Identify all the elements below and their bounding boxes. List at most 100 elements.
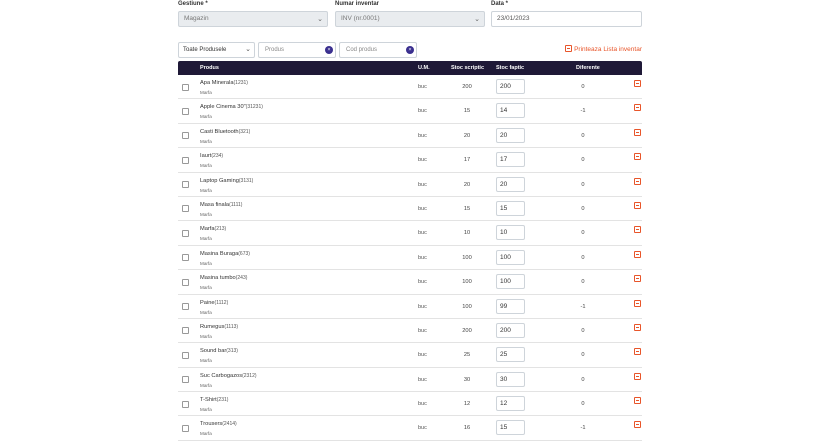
stock-faptic-input[interactable]: 15 xyxy=(496,420,525,436)
remove-row-icon[interactable] xyxy=(634,177,641,185)
product-category: Marfa xyxy=(200,114,212,120)
remove-row-icon[interactable] xyxy=(634,323,641,331)
product-code: (313) xyxy=(226,348,238,355)
row-checkbox[interactable] xyxy=(182,327,189,335)
date-input[interactable]: 23/01/2023 xyxy=(491,11,642,27)
clear-icon[interactable]: × xyxy=(406,46,414,54)
product-filter-input[interactable]: Produs × xyxy=(258,42,336,58)
table-row: Masa finala(1111) Marfa buc 15 15 0 xyxy=(178,197,642,222)
row-checkbox[interactable] xyxy=(182,351,189,359)
product-category: Marfa xyxy=(200,333,212,339)
stock-difference: 0 xyxy=(581,401,585,408)
stock-faptic-input[interactable]: 25 xyxy=(496,347,525,363)
stock-faptic-input[interactable]: 10 xyxy=(496,225,525,241)
category-filter-value: Toate Produsele xyxy=(183,47,227,53)
remove-row-icon[interactable] xyxy=(634,299,641,307)
product-um: buc xyxy=(418,376,427,383)
remove-row-icon[interactable] xyxy=(634,80,641,87)
header-scriptic: Stoc scriptic xyxy=(451,65,485,71)
product-name-text: Suc Carbogazos xyxy=(200,372,243,379)
remove-row-icon[interactable] xyxy=(634,372,641,380)
data-label: Data * xyxy=(491,1,509,7)
product-um: buc xyxy=(418,254,427,261)
row-checkbox[interactable] xyxy=(182,83,189,91)
row-checkbox[interactable] xyxy=(182,376,189,384)
table-row: Marfa(213) Marfa buc 10 10 0 xyxy=(178,221,642,246)
row-checkbox[interactable] xyxy=(182,107,189,115)
stock-faptic-input[interactable]: 17 xyxy=(496,152,525,168)
stock-faptic-input[interactable]: 15 xyxy=(496,200,525,216)
stock-faptic-input[interactable]: 100 xyxy=(496,274,525,290)
gestiune-group: Gestiune * Magazin ⌄ xyxy=(178,0,328,27)
header-diferente: Diferente xyxy=(576,65,600,71)
product-category: Marfa xyxy=(200,163,212,169)
category-filter-select[interactable]: Toate Produsele ⌄ xyxy=(178,42,255,58)
product-name-text: Masina tumbo xyxy=(200,275,236,282)
product-name-text: Masa finala xyxy=(200,201,230,208)
stock-faptic-input[interactable]: 200 xyxy=(496,79,525,94)
product-um: buc xyxy=(418,352,427,359)
product-category: Marfa xyxy=(200,90,212,95)
product-name: Sound bar(313) xyxy=(200,348,238,354)
product-um: buc xyxy=(418,157,427,164)
product-name-text: Masina Buraga xyxy=(200,250,239,257)
remove-row-icon[interactable] xyxy=(634,397,641,405)
table-row: T-Shirt(231) Marfa buc 12 12 0 xyxy=(178,392,642,417)
product-name-text: Iaurt xyxy=(200,153,212,160)
stock-faptic-input[interactable]: 20 xyxy=(496,176,525,192)
table-row: Suc Carbogazos(2312) Marfa buc 30 30 0 xyxy=(178,368,642,393)
row-checkbox[interactable] xyxy=(182,303,189,311)
header-product: Produs xyxy=(200,65,219,71)
remove-row-icon[interactable] xyxy=(634,201,641,209)
row-checkbox[interactable] xyxy=(182,181,189,189)
stock-faptic-input[interactable]: 200 xyxy=(496,322,525,338)
numar-label: Numar inventar xyxy=(335,1,380,7)
table-row: Sound bar(313) Marfa buc 25 25 0 xyxy=(178,343,642,368)
product-code: (213) xyxy=(214,226,227,233)
stock-faptic-input[interactable]: 14 xyxy=(496,103,525,119)
stock-scriptic: 12 xyxy=(463,401,471,408)
numar-group: Numar inventar INV (nr.0001) ⌄ xyxy=(335,0,485,27)
stock-faptic-input[interactable]: 20 xyxy=(496,127,525,143)
stock-faptic-input[interactable]: 99 xyxy=(496,298,525,314)
remove-row-icon[interactable] xyxy=(634,250,641,258)
remove-row-icon[interactable] xyxy=(634,226,641,234)
remove-row-icon[interactable] xyxy=(634,128,641,136)
gestiune-select[interactable]: Magazin ⌄ xyxy=(178,11,328,27)
product-category: Marfa xyxy=(200,358,212,364)
remove-row-icon[interactable] xyxy=(634,421,641,429)
code-filter-input[interactable]: Cod produs × xyxy=(339,42,417,58)
row-checkbox[interactable] xyxy=(182,205,189,213)
product-um: buc xyxy=(418,84,427,90)
product-name-text: Apa Minerala xyxy=(200,80,234,86)
remove-row-icon[interactable] xyxy=(634,348,641,356)
table-body: Apa Minerala(1231) Marfa buc 200 200 0 Apple C… xyxy=(178,75,642,441)
stock-faptic-input[interactable]: 12 xyxy=(496,396,525,412)
product-name: Marfa(213) xyxy=(200,226,226,232)
row-checkbox[interactable] xyxy=(182,254,189,262)
clear-icon[interactable]: × xyxy=(325,46,333,54)
product-code: (231) xyxy=(216,397,229,404)
product-name: Rumegus(1113) xyxy=(200,324,238,330)
numar-select[interactable]: INV (nr.0001) ⌄ xyxy=(335,11,485,27)
stock-faptic-input[interactable]: 100 xyxy=(496,249,525,265)
row-checkbox[interactable] xyxy=(182,278,189,286)
remove-row-icon[interactable] xyxy=(634,275,641,283)
stock-faptic-input[interactable]: 30 xyxy=(496,371,525,387)
row-checkbox[interactable] xyxy=(182,400,189,408)
print-inventory-link[interactable]: Printeaza Lista inventar xyxy=(565,45,642,55)
table-row: Apple Cinema 30"(31231) Marfa buc 15 14 -1 xyxy=(178,99,642,124)
stock-difference: -1 xyxy=(580,425,586,432)
row-checkbox[interactable] xyxy=(182,132,189,140)
product-name: T-Shirt(231) xyxy=(200,397,228,403)
stock-scriptic: 30 xyxy=(463,376,471,383)
product-category: Marfa xyxy=(200,309,212,315)
remove-row-icon[interactable] xyxy=(634,153,641,161)
gestiune-label: Gestiune * xyxy=(178,1,208,7)
product-name-text: Apple Cinema 30" xyxy=(200,104,246,111)
remove-row-icon[interactable] xyxy=(634,104,641,112)
row-checkbox[interactable] xyxy=(182,156,189,164)
row-checkbox[interactable] xyxy=(182,424,189,432)
stock-difference: 0 xyxy=(581,352,585,359)
row-checkbox[interactable] xyxy=(182,229,189,237)
